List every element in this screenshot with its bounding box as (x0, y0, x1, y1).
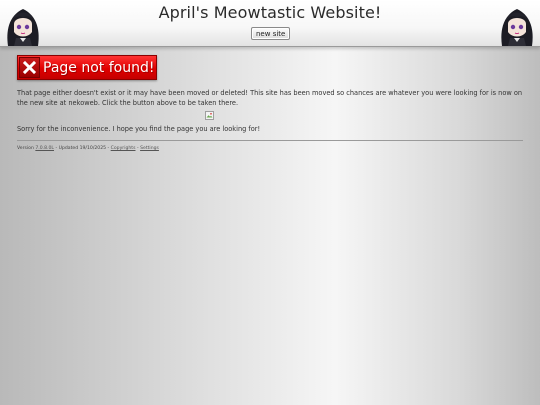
version-link[interactable]: 7.0.8.0L (35, 146, 54, 151)
divider (17, 140, 523, 141)
page-not-found-banner: Page not found! (17, 55, 158, 80)
new-site-button[interactable]: new site (251, 27, 291, 40)
site-header: April's Meowtastic Website! new site (0, 0, 540, 47)
anime-girl-icon (501, 9, 533, 46)
error-message-paragraph: That page either doesn't exist or it may… (17, 89, 523, 107)
copyrights-link[interactable]: Copyrights (111, 146, 136, 151)
site-title: April's Meowtastic Website! (158, 3, 382, 22)
footer-version-prefix: Version (17, 146, 36, 151)
site-footer: Version 7.0.8.0L - Updated 19/10/2025 - … (17, 146, 523, 151)
broken-image-icon (205, 111, 214, 120)
apology-paragraph: Sorry for the inconvenience. I hope you … (17, 125, 261, 133)
main-content: Page not found! That page either doesn't… (17, 55, 523, 151)
page-not-found-title: Page not found! (43, 59, 155, 76)
settings-link[interactable]: Settings (140, 146, 159, 151)
footer-updated-text: - Updated 19/10/2025 - (54, 146, 111, 151)
x-close-icon (19, 57, 40, 78)
